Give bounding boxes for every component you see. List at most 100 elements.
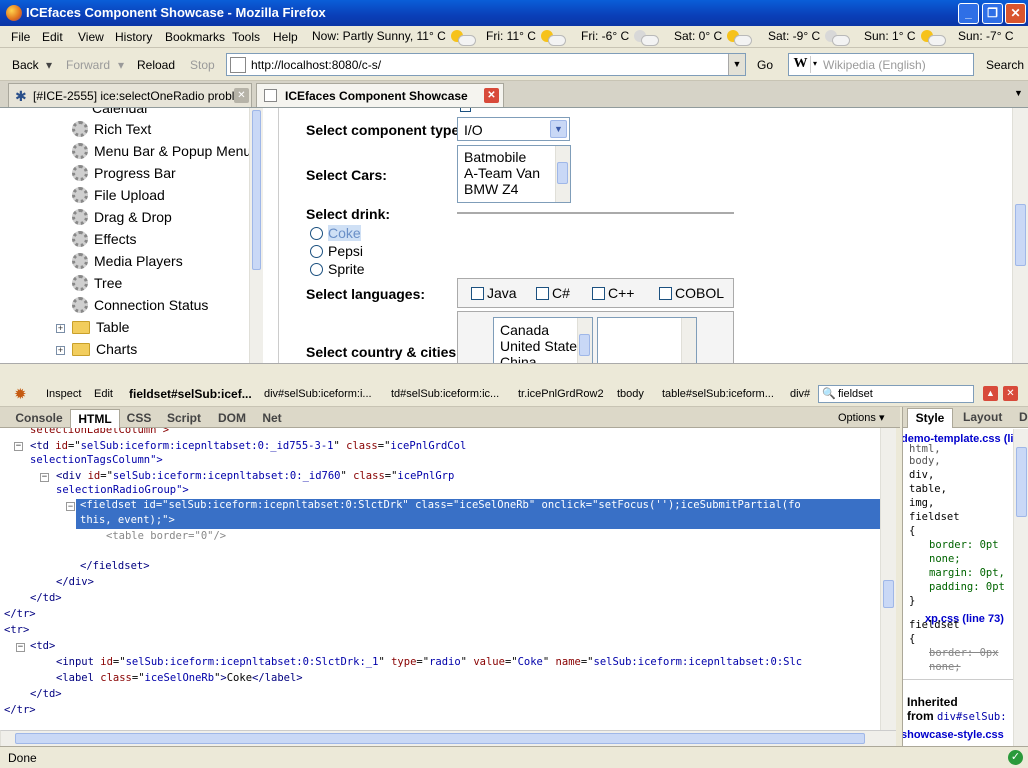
search-button[interactable]: Search — [986, 58, 1024, 72]
cars-scrollbar-thumb[interactable] — [557, 162, 568, 184]
breadcrumb-item[interactable]: div#selSub:iceform:i... — [264, 388, 372, 400]
cities-scrollbar[interactable] — [681, 318, 696, 363]
checkbox-csharp[interactable]: C# — [536, 285, 570, 301]
tree-scrollbar[interactable] — [249, 108, 263, 363]
options-menu[interactable]: Options ▾ — [838, 411, 885, 424]
maximize-button[interactable]: ❐ — [982, 3, 1003, 24]
breadcrumb-current[interactable]: fieldset#selSub:icef... — [129, 387, 252, 401]
tab-dom[interactable]: DOM — [212, 409, 252, 428]
country-option[interactable]: China — [500, 354, 537, 363]
tree-item-drag-drop[interactable]: Drag & Drop — [72, 209, 172, 229]
checkbox-icon[interactable] — [536, 287, 549, 300]
car-option[interactable]: Batmobile — [464, 149, 526, 165]
tab-html[interactable]: HTML — [70, 409, 120, 428]
tree-item-file-upload[interactable]: File Upload — [72, 187, 165, 207]
tab-jira[interactable]: ✱ [#ICE-2555] ice:selectOneRadio probl..… — [8, 83, 252, 107]
tree-folder-charts[interactable]: Charts — [72, 341, 137, 361]
radio-icon[interactable] — [310, 263, 323, 276]
style-pane-scrollbar[interactable] — [1013, 429, 1028, 747]
tab-close-icon[interactable]: ✕ — [234, 88, 249, 103]
reload-button[interactable]: Reload — [137, 58, 175, 72]
css-property[interactable]: margin: 0pt, — [929, 567, 1005, 579]
checkbox-icon[interactable] — [471, 287, 484, 300]
checkbox-icon[interactable] — [592, 287, 605, 300]
url-dropdown-icon[interactable]: ▼ — [728, 54, 745, 75]
collapse-icon[interactable]: − — [66, 502, 75, 511]
country-scrollbar-thumb[interactable] — [579, 334, 590, 356]
tree-item-partial[interactable]: Calendar — [92, 108, 149, 116]
tab-console[interactable]: Console — [10, 409, 68, 428]
checkbox-partial[interactable] — [460, 108, 471, 112]
car-option[interactable]: A-Team Van — [464, 165, 540, 181]
weather-sat-1[interactable]: Sat: 0° C — [674, 29, 753, 46]
menu-help[interactable]: Help — [273, 30, 298, 44]
minimize-button[interactable]: _ — [958, 3, 979, 24]
tab-list-icon[interactable]: ▼ — [1014, 88, 1023, 98]
checkbox-cobol[interactable]: COBOL — [659, 285, 724, 301]
weather-now[interactable]: Now: Partly Sunny, 11° C — [312, 29, 476, 46]
tab-style[interactable]: Style — [907, 408, 953, 428]
close-firebug-icon[interactable]: ✕ — [1003, 386, 1018, 401]
weather-sat-2[interactable]: Sat: -9° C — [768, 29, 851, 46]
menu-file[interactable]: File — [11, 30, 30, 44]
tree-item-tree[interactable]: Tree — [72, 275, 122, 295]
css-property-overridden[interactable]: border: 0px — [929, 647, 999, 659]
tab-script[interactable]: Script — [160, 409, 208, 428]
code-line[interactable]: <div id="selSub:iceform:icepnltabset:0:_… — [56, 470, 454, 482]
firebug-icon[interactable]: ✹ — [14, 385, 27, 403]
tree-item-rich-text[interactable]: Rich Text — [72, 121, 151, 141]
collapse-icon[interactable]: − — [16, 643, 25, 652]
breadcrumb-item[interactable]: div# — [790, 388, 810, 400]
breadcrumb-item[interactable]: tbody — [617, 388, 644, 400]
collapse-icon[interactable]: − — [14, 442, 23, 451]
weather-fri-1[interactable]: Fri: 11° C — [486, 29, 566, 46]
tree-item-menu-bar[interactable]: Menu Bar & Popup Menu — [72, 143, 251, 163]
css-property[interactable]: border: 0pt — [929, 539, 999, 551]
wikipedia-icon[interactable]: W — [791, 56, 811, 73]
go-button[interactable]: Go — [757, 58, 773, 72]
inspect-button[interactable]: Inspect — [46, 388, 81, 400]
detach-icon[interactable]: ▲ — [983, 386, 998, 401]
radio-icon[interactable] — [310, 227, 323, 240]
tab-css[interactable]: CSS — [122, 409, 156, 428]
menu-view[interactable]: View — [78, 30, 104, 44]
close-button[interactable]: ✕ — [1005, 3, 1026, 24]
car-option[interactable]: BMW Z4 — [464, 181, 518, 197]
edit-button[interactable]: Edit — [94, 388, 113, 400]
checkbox-icon[interactable] — [659, 287, 672, 300]
style-pane-scrollbar-thumb[interactable] — [1016, 447, 1027, 517]
panel-splitter[interactable] — [0, 363, 1028, 380]
country-scrollbar[interactable] — [577, 318, 592, 363]
country-listbox[interactable]: Canada United States China — [493, 317, 593, 363]
checkbox-java[interactable]: Java — [471, 285, 517, 301]
tab-net[interactable]: Net — [256, 409, 288, 428]
url-bar[interactable]: http://localhost:8080/c-s/ ▼ — [226, 53, 746, 76]
tab-layout[interactable]: Layout — [963, 410, 1002, 424]
stop-button[interactable]: Stop — [190, 58, 215, 72]
css-property[interactable]: padding: 0pt — [929, 581, 1005, 593]
status-ok-icon[interactable]: ✓ — [1008, 750, 1023, 765]
weather-fri-2[interactable]: Fri: -6° C — [581, 29, 660, 46]
tree-scrollbar-thumb[interactable] — [252, 110, 261, 270]
page-scrollbar[interactable] — [1012, 108, 1028, 363]
forward-dropdown-icon[interactable]: ▾ — [118, 58, 124, 72]
html-pane-scrollbar[interactable] — [880, 428, 896, 730]
collapse-icon[interactable]: − — [40, 473, 49, 482]
page-scrollbar-thumb[interactable] — [1015, 204, 1026, 266]
html-pane-hscrollbar[interactable] — [0, 730, 896, 746]
chevron-down-icon[interactable]: ▼ — [550, 120, 567, 138]
code-line[interactable]: <td id="selSub:iceform:icepnltabset:0:_i… — [30, 440, 466, 452]
radio-coke[interactable]: Coke — [310, 225, 361, 241]
code-line[interactable]: <input id="selSub:iceform:icepnltabset:0… — [56, 656, 802, 668]
menu-tools[interactable]: Tools — [232, 30, 260, 44]
tree-item-progress-bar[interactable]: Progress Bar — [72, 165, 176, 185]
tree-folder-table[interactable]: Table — [72, 319, 129, 339]
menu-edit[interactable]: Edit — [42, 30, 63, 44]
cities-listbox[interactable] — [597, 317, 697, 363]
radio-pepsi[interactable]: Pepsi — [310, 243, 363, 259]
style-source-link[interactable]: showcase-style.css — [903, 729, 1004, 741]
expand-icon[interactable]: + — [56, 346, 65, 355]
cars-listbox[interactable]: Batmobile A-Team Van BMW Z4 — [457, 145, 571, 203]
breadcrumb-item[interactable]: td#selSub:iceform:ic... — [391, 388, 499, 400]
tab-showcase[interactable]: ICEfaces Component Showcase ✕ — [256, 83, 504, 107]
